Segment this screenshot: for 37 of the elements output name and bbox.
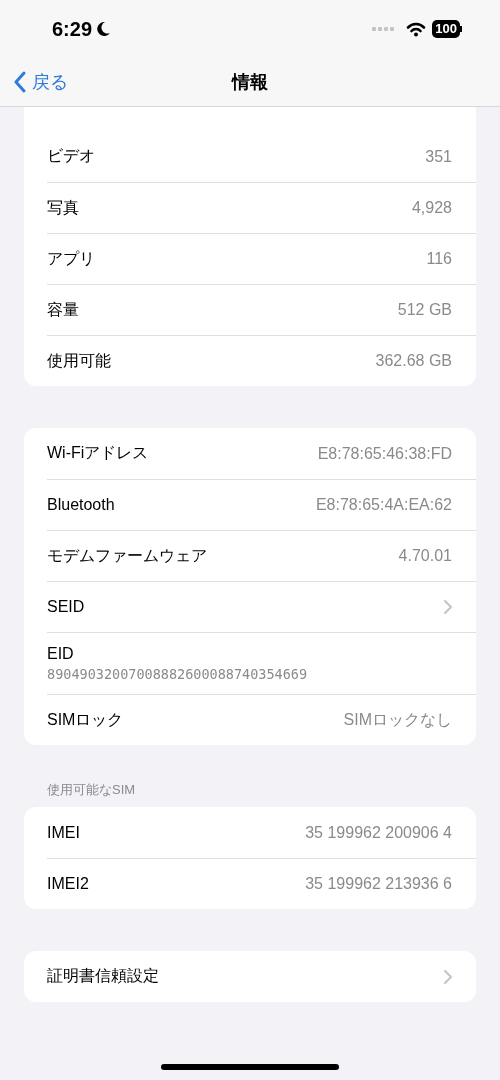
chevron-left-icon	[14, 71, 26, 93]
nav-title: 情報	[232, 72, 268, 92]
row-value: E8:78:65:4A:EA:62	[315, 496, 452, 514]
row-value: 351	[425, 147, 452, 166]
row-label: Wi-Fiアドレス	[47, 443, 150, 463]
row-label: IMEI2	[47, 875, 90, 893]
row-value: 512 GB	[397, 301, 452, 319]
row-label: IMEI	[47, 823, 81, 842]
row-label: EID	[47, 645, 74, 663]
row-label: 使用可能	[47, 350, 112, 371]
section-header: 使用可能なSIM	[46, 781, 137, 799]
row-value: 35 199962 200906 4	[305, 823, 452, 842]
moon-icon	[96, 21, 112, 37]
row-label: SIMロック	[47, 709, 125, 730]
row-label: Bluetooth	[47, 496, 116, 514]
row-label: アプリ	[47, 248, 96, 269]
row-label: SEID	[47, 598, 86, 616]
row-value: SIMロックなし	[343, 709, 452, 730]
row-label: 写真	[47, 197, 80, 218]
row-label: 容量	[47, 299, 80, 320]
signal-icon	[372, 26, 397, 32]
row-value: 89049032007008882600088740354669	[47, 666, 308, 682]
row-value: 4.70.01	[398, 547, 452, 565]
row-value: 362.68 GB	[375, 352, 452, 370]
chevron-right-icon	[444, 969, 452, 984]
row-value: E8:78:65:46:38:FD	[317, 444, 452, 463]
back-button[interactable]: 戻る	[14, 70, 68, 94]
row-label: モデムファームウェア	[47, 545, 208, 566]
wifi-icon	[406, 21, 427, 37]
chevron-right-icon	[444, 600, 452, 614]
row-label: 証明書信頼設定	[47, 966, 160, 986]
battery-level: 100	[432, 20, 460, 38]
row-value: 35 199962 213936 6	[305, 875, 452, 893]
row-value: 116	[426, 250, 452, 268]
row-value: 4,928	[411, 199, 452, 217]
row-label: ビデオ	[47, 146, 96, 166]
status-time: 6:29	[52, 17, 93, 41]
